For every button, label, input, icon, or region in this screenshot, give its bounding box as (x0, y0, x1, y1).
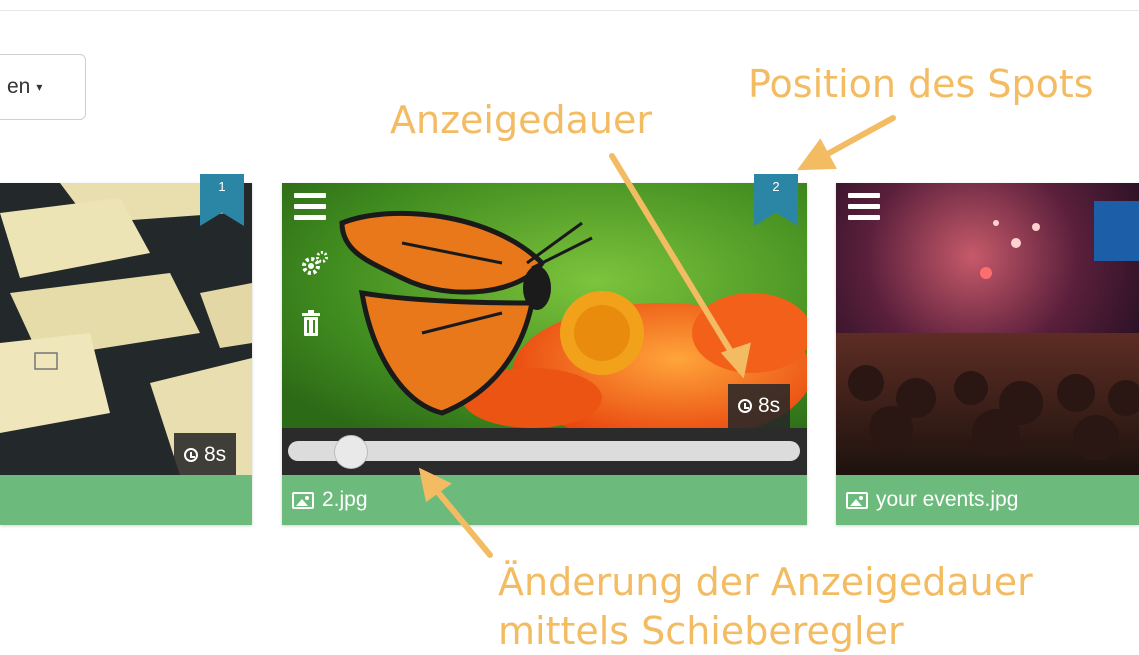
annotation-duration: Anzeigedauer (390, 98, 652, 142)
annotation-slider-line2: mittels Schieberegler (498, 609, 904, 653)
annotation-slider-line1: Änderung der Anzeigedauer (498, 560, 1033, 604)
annotation-position: Position des Spots (748, 62, 1094, 106)
